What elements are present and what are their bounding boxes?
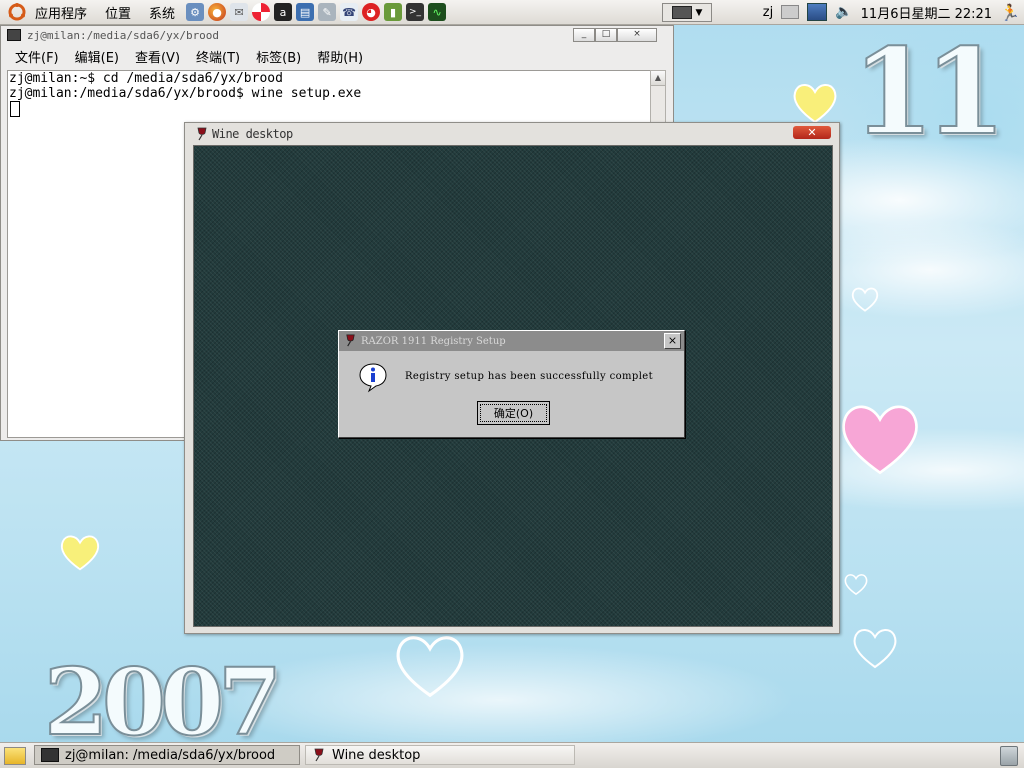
clock[interactable]: 11月6日星期二 22:21 <box>861 3 992 22</box>
qq-penguin-icon[interactable]: ◕ <box>362 3 381 21</box>
system-menu[interactable]: 系统 <box>140 3 184 22</box>
heart-outline-decoration <box>396 636 464 698</box>
menu-edit[interactable]: 编辑(E) <box>67 47 127 66</box>
menu-tabs[interactable]: 标签(B) <box>248 47 309 66</box>
show-desktop-icon[interactable] <box>4 747 26 765</box>
terminal-window-controls: _ □ × <box>573 28 657 42</box>
dictionary-book-icon[interactable]: ▮ <box>384 3 403 21</box>
taskbar-item-label: zj@milan: /media/sda6/yx/brood <box>65 747 276 763</box>
user-name[interactable]: zj <box>763 5 773 20</box>
bottom-panel: zj@milan: /media/sda6/yx/brood Wine desk… <box>0 742 1024 768</box>
run-icon[interactable]: 🏃 <box>1000 3 1020 22</box>
wine-window-title: Wine desktop <box>212 127 293 141</box>
menu-help[interactable]: 帮助(H) <box>309 47 371 66</box>
system-monitor-icon[interactable]: ∿ <box>428 3 447 21</box>
terminal-line: zj@milan:~$ cd /media/sda6/yx/brood <box>9 71 283 86</box>
ok-button[interactable]: 确定(O) <box>477 401 550 425</box>
printer-icon[interactable] <box>781 5 800 19</box>
heart-decoration-yellow <box>793 84 837 124</box>
office-app-icon[interactable]: ▤ <box>296 3 315 21</box>
network-launcher-icon[interactable]: ⚙ <box>186 3 205 21</box>
menu-view[interactable]: 查看(V) <box>127 47 188 66</box>
applications-menu[interactable]: 应用程序 <box>26 3 96 22</box>
wallpaper-year: 2007 <box>43 647 283 757</box>
heart-outline-decoration <box>844 574 868 596</box>
firefox-icon[interactable]: ● <box>208 3 227 21</box>
volume-icon[interactable]: 🔈 <box>835 4 852 20</box>
close-button[interactable]: ✕ <box>793 126 831 139</box>
heart-decoration-yellow-small <box>60 535 100 571</box>
terminal-app-icon <box>7 29 21 41</box>
chevron-down-icon: ▼ <box>695 7 703 18</box>
taskbar-item-label: Wine desktop <box>332 747 421 763</box>
network-icon[interactable] <box>807 3 828 21</box>
dialog-title: RAZOR 1911 Registry Setup <box>361 335 506 347</box>
info-icon <box>359 363 387 393</box>
help-lifebuoy-icon[interactable] <box>252 3 271 21</box>
top-panel: 应用程序 位置 系统 ⚙ ● ✉ a ▤ ✎ ☎ ◕ ▮ >_ ∿ ▼ zj 🔈… <box>0 0 1024 25</box>
close-button[interactable]: × <box>664 333 681 349</box>
monitor-icon <box>671 6 692 19</box>
heart-outline-decoration <box>851 287 879 312</box>
scroll-up-icon[interactable]: ▲ <box>651 71 665 86</box>
taskbar-item-wine-desktop[interactable]: Wine desktop <box>305 745 575 765</box>
dialog-message: Registry setup has been successfully com… <box>405 371 654 382</box>
registry-setup-dialog[interactable]: RAZOR 1911 Registry Setup × Registry set… <box>338 330 685 438</box>
heart-outline-decoration <box>853 629 897 669</box>
wine-glass-icon <box>197 127 207 141</box>
minimize-button[interactable]: _ <box>573 28 595 42</box>
mail-icon[interactable]: ✉ <box>230 3 249 21</box>
taskbar-item-terminal[interactable]: zj@milan: /media/sda6/yx/brood <box>34 745 300 765</box>
terminal-title: zj@milan:/media/sda6/yx/brood <box>27 28 220 42</box>
dialog-titlebar[interactable]: RAZOR 1911 Registry Setup × <box>339 331 684 351</box>
close-button[interactable]: × <box>617 28 657 42</box>
terminal-cursor <box>10 101 20 117</box>
places-menu[interactable]: 位置 <box>96 3 140 22</box>
image-viewer-icon[interactable]: ✎ <box>318 3 337 21</box>
wine-glass-icon <box>346 334 355 347</box>
maximize-button[interactable]: □ <box>595 28 617 42</box>
top-panel-status-area: zj 🔈 11月6日星期二 22:21 🏃 <box>763 0 1020 24</box>
terminal-line: zj@milan:/media/sda6/yx/brood$ wine setu… <box>9 86 362 101</box>
menu-file[interactable]: 文件(F) <box>7 47 67 66</box>
wallpaper-day-number: 11 <box>851 21 1007 162</box>
terminal-menubar: 文件(F) 编辑(E) 查看(V) 终端(T) 标签(B) 帮助(H) <box>1 44 673 68</box>
ok-button-label: 确定(O) <box>493 407 534 420</box>
terminal-launcher-icon[interactable]: >_ <box>406 3 425 21</box>
ubuntu-logo-icon[interactable] <box>8 3 26 21</box>
workspace-switcher[interactable]: ▼ <box>662 3 712 22</box>
text-editor-icon[interactable]: a <box>274 3 293 21</box>
trash-icon[interactable] <box>1000 746 1018 766</box>
wine-titlebar[interactable]: Wine desktop <box>185 123 839 145</box>
heart-decoration-pink <box>842 405 918 475</box>
wine-glass-icon <box>314 748 324 762</box>
menu-terminal[interactable]: 终端(T) <box>188 47 248 66</box>
terminal-task-icon <box>41 748 59 762</box>
messenger-icon[interactable]: ☎ <box>340 3 359 21</box>
